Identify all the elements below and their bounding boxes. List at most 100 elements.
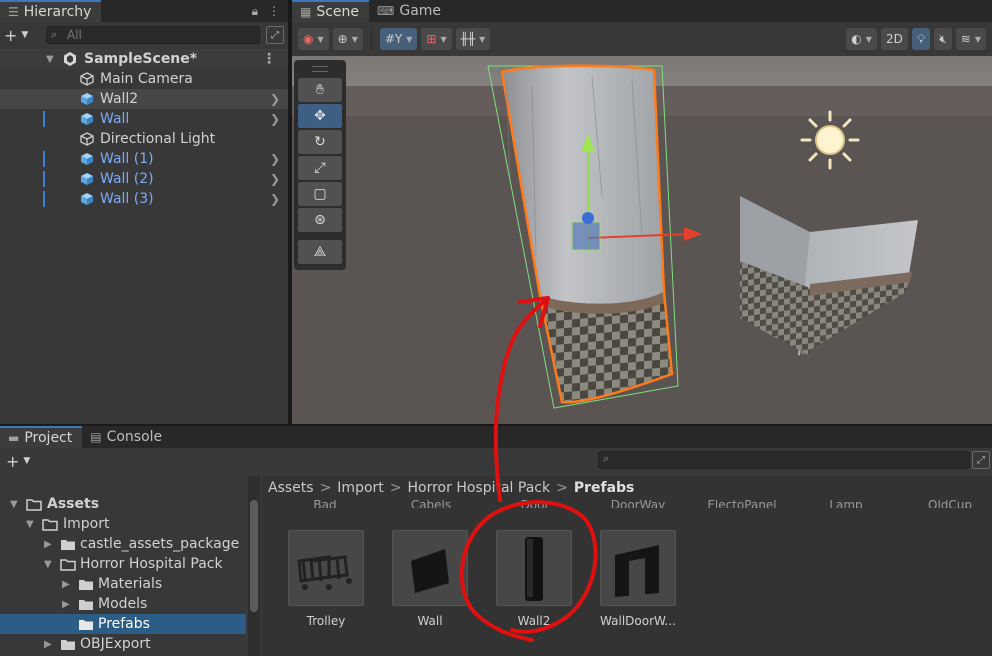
scene-toolbar: ◉ ▼ ⊕ ▼ #Y ▼ ⊞ ▼ ╫╫ ▼ ◐ ▼ 2D 💡︎ 🔇︎ ≋ ▼ (292, 22, 992, 56)
lighting-toggle-button[interactable]: 💡︎ (911, 28, 931, 50)
walldoorway-thumbnail-icon (615, 545, 659, 597)
hierarchy-item-label: Wall2 (100, 91, 139, 107)
expand-down-icon[interactable]: ▼ (10, 499, 18, 510)
hierarchy-item[interactable]: Main Camera (0, 69, 288, 89)
chevron-right-icon[interactable]: ❯ (270, 92, 280, 106)
transform-tools: ✋︎ ✥ ↻ ⤢ ▢ ⊛ ⟁ (294, 60, 346, 270)
tree-item[interactable]: ▼ Horror Hospital Pack (0, 554, 246, 574)
asset-tile[interactable]: Wall2 (494, 530, 574, 628)
asset-label: Wall (417, 614, 443, 628)
chevron-down-icon: ▼ (440, 34, 447, 44)
folder-icon (79, 599, 93, 610)
scene-tabbar: ▦ Scene ⌨ Game (292, 0, 992, 22)
project-search-input[interactable]: ⌕ (598, 451, 970, 469)
chevron-right-icon[interactable]: ❯ (270, 112, 280, 126)
tree-item[interactable]: ▶ Models (0, 594, 246, 614)
effects-button[interactable]: ≋ ▼ (955, 28, 986, 50)
expand-right-icon[interactable]: ▶ (62, 599, 70, 610)
lightbulb-icon: 💡︎ (916, 31, 926, 46)
tree-item[interactable]: ▶ castle_assets_package (0, 534, 246, 554)
tab-console[interactable]: ▤ Console (82, 426, 173, 448)
ruler-button[interactable]: ╫╫ ▼ (455, 28, 491, 50)
asset-tile[interactable]: Wall (390, 530, 470, 628)
asset-thumbnail (392, 530, 468, 606)
prefab-cube-icon (81, 93, 93, 105)
create-asset-button[interactable]: + ▼ (6, 452, 42, 471)
tree-item[interactable]: ▼ Import (0, 514, 246, 534)
hierarchy-item[interactable]: Wall (1) ❯ (0, 149, 288, 169)
palette-grip[interactable] (312, 66, 328, 72)
lock-icon[interactable]: 🔒︎ (252, 4, 258, 19)
modified-indicator (43, 151, 45, 167)
project-panel: ▬ Project ▤ Console + ▼ ⌕ ⤢ ▼ Assets ▼ Im… (0, 426, 992, 656)
rotate-tool-icon[interactable]: ↻ (298, 130, 342, 154)
asset-tile[interactable]: WallDoorW... (598, 530, 678, 628)
grid-snap-button[interactable]: #Y ▼ (379, 28, 418, 50)
search-filter-icon[interactable]: ⤢ (266, 26, 284, 44)
audio-toggle-button[interactable]: 🔇︎ (934, 28, 952, 50)
expand-right-icon[interactable]: ▶ (44, 639, 52, 650)
chevron-down-icon: ▼ (21, 30, 29, 40)
draw-mode-icon: ◉ (303, 32, 314, 46)
hierarchy-item[interactable]: Wall ❯ (0, 109, 288, 129)
scale-tool-icon[interactable]: ⤢ (298, 156, 342, 180)
tree-item[interactable]: ▼ Assets (0, 494, 246, 514)
tab-scene[interactable]: ▦ Scene (292, 0, 370, 22)
folder-open-icon (42, 518, 58, 531)
hierarchy-item-label: Wall (3) (100, 191, 154, 207)
project-toolbar: + ▼ ⌕ ⤢ (0, 448, 992, 474)
chevron-right-icon[interactable]: ❯ (270, 192, 280, 206)
hierarchy-item[interactable]: Directional Light (0, 129, 288, 149)
expand-down-icon[interactable]: ▼ (46, 54, 54, 65)
tree-item[interactable]: Prefabs (0, 614, 246, 634)
chevron-right-icon[interactable]: ❯ (270, 152, 280, 166)
custom-tool-icon[interactable]: ⟁ (298, 240, 342, 264)
hierarchy-item[interactable]: Wall (3) ❯ (0, 189, 288, 209)
tab-hierarchy[interactable]: ☰ Hierarchy (0, 0, 102, 22)
move-tool-icon[interactable]: ✥ (298, 104, 342, 128)
scene-root-row[interactable]: ▼ SampleScene* ⋮ (0, 49, 288, 69)
chevron-down-icon: ▼ (351, 34, 358, 44)
tab-scene-label: Scene (316, 4, 360, 20)
sphere-icon: ◐ (851, 32, 862, 46)
breadcrumb: Assets > Import > Horror Hospital Pack >… (262, 476, 992, 500)
project-tabbar: ▬ Project ▤ Console (0, 426, 992, 448)
snap-increment-button[interactable]: ⊞ ▼ (421, 28, 452, 50)
breadcrumb-item[interactable]: Import (337, 480, 383, 496)
tree-item[interactable]: ▶ Materials (0, 574, 246, 594)
expand-down-icon[interactable]: ▼ (26, 519, 34, 530)
create-button[interactable]: + ▼ (4, 26, 40, 45)
chevron-right-icon[interactable]: ❯ (270, 172, 280, 186)
hierarchy-item[interactable]: Wall (2) ❯ (0, 169, 288, 189)
rect-tool-icon[interactable]: ▢ (298, 182, 342, 206)
hand-tool-icon[interactable]: ✋︎ (298, 78, 342, 102)
snap-icon: ⊞ (426, 32, 437, 46)
transform-tool-icon[interactable]: ⊛ (298, 208, 342, 232)
gamepad-icon: ⌨ (377, 4, 395, 18)
hierarchy-item[interactable]: Wall2 ❯ (0, 89, 288, 109)
expand-down-icon[interactable]: ▼ (44, 559, 52, 570)
search-filter-icon[interactable]: ⤢ (972, 451, 990, 469)
hierarchy-search-input[interactable]: ⌕ All (46, 26, 260, 44)
breadcrumb-item[interactable]: Prefabs (574, 480, 635, 496)
scene-menu-icon[interactable]: ⋮ (262, 51, 276, 67)
chevron-down-icon: ▼ (406, 34, 413, 44)
scene-viewport[interactable]: ✋︎ ✥ ↻ ⤢ ▢ ⊛ ⟁ (292, 56, 992, 424)
scrollbar-thumb[interactable] (250, 500, 258, 612)
tab-game[interactable]: ⌨ Game (369, 0, 452, 22)
asset-tile[interactable]: Trolley (286, 530, 366, 628)
tab-project[interactable]: ▬ Project (0, 426, 83, 448)
folder-icon: ▬ (8, 431, 20, 445)
expand-right-icon[interactable]: ▶ (62, 579, 70, 590)
tree-item[interactable]: ▶ OBJExport (0, 634, 246, 654)
wall2-thumbnail-icon (525, 537, 543, 601)
breadcrumb-item[interactable]: Assets (268, 480, 314, 496)
breadcrumb-item[interactable]: Horror Hospital Pack (408, 480, 551, 496)
draw-mode-button[interactable]: ◉ ▼ (298, 28, 329, 50)
toggle-2d-button[interactable]: 2D (880, 28, 908, 50)
global-local-button[interactable]: ⊕ ▼ (332, 28, 363, 50)
expand-right-icon[interactable]: ▶ (44, 539, 52, 550)
tree-scrollbar[interactable] (248, 476, 260, 656)
shading-mode-button[interactable]: ◐ ▼ (846, 28, 877, 50)
more-options-icon[interactable]: ⋮ (268, 4, 280, 18)
